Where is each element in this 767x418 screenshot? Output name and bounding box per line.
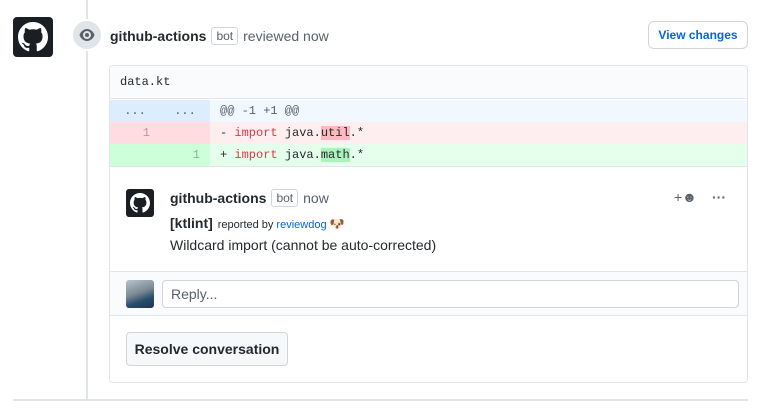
diff-prefix: + bbox=[220, 148, 235, 162]
deleted-code-line: - import java.util.* bbox=[210, 122, 364, 144]
reply-input[interactable] bbox=[162, 280, 739, 308]
code-text: .* bbox=[349, 148, 365, 162]
bot-badge: bot bbox=[271, 189, 299, 207]
reviewdog-link[interactable]: reviewdog bbox=[276, 219, 326, 231]
code-text: java. bbox=[277, 126, 321, 140]
linter-tag: [ktlint] bbox=[170, 215, 213, 231]
dog-icon: 🐶 bbox=[329, 217, 345, 231]
eye-icon bbox=[71, 19, 103, 51]
review-header: github-actions bot reviewed now bbox=[110, 27, 329, 45]
code-text: .* bbox=[349, 126, 365, 140]
keyword: import bbox=[234, 148, 278, 162]
comment-tag-line: [ktlint] reported by reviewdog 🐶 bbox=[170, 215, 345, 231]
comment-timestamp[interactable]: now bbox=[303, 190, 329, 206]
review-author-link[interactable]: github-actions bbox=[110, 28, 206, 44]
comment-header: github-actions bot now bbox=[170, 189, 329, 207]
timeline-line bbox=[86, 0, 88, 400]
diff-prefix: - bbox=[220, 126, 235, 140]
reply-area bbox=[110, 271, 747, 316]
diff-hunk-row: ... ... @@ -1 +1 @@ bbox=[110, 100, 747, 122]
github-actions-avatar[interactable] bbox=[13, 17, 53, 57]
keyword: import bbox=[234, 126, 278, 140]
comment-author-link[interactable]: github-actions bbox=[170, 190, 266, 206]
file-header: data.kt bbox=[110, 66, 747, 99]
resolve-conversation-button[interactable]: Resolve conversation bbox=[126, 332, 288, 366]
new-line-number-empty bbox=[160, 122, 210, 144]
added-code-line: + import java.math.* bbox=[210, 144, 364, 166]
review-action-text: reviewed now bbox=[243, 28, 329, 44]
comment-avatar[interactable] bbox=[126, 189, 154, 217]
expand-right-button[interactable]: ... bbox=[160, 100, 210, 122]
comment-body: Wildcard import (cannot be auto-correcte… bbox=[170, 237, 437, 253]
file-name-link[interactable]: data.kt bbox=[120, 75, 170, 89]
old-line-number[interactable]: 1 bbox=[110, 122, 160, 144]
more-options-icon[interactable]: ··· bbox=[712, 189, 726, 205]
added-highlight: math bbox=[320, 148, 350, 162]
old-line-number-empty bbox=[110, 144, 160, 166]
divider bbox=[13, 399, 748, 401]
user-avatar[interactable] bbox=[126, 280, 154, 308]
review-comment: github-actions bot now +☻ ··· [ktlint] r… bbox=[110, 166, 747, 271]
add-reaction-icon[interactable]: +☻ bbox=[674, 189, 697, 205]
diff-deleted-row: 1 - import java.util.* bbox=[110, 122, 747, 144]
github-logo-icon bbox=[130, 193, 150, 213]
hunk-header: @@ -1 +1 @@ bbox=[220, 104, 300, 118]
view-changes-button[interactable]: View changes bbox=[648, 21, 748, 49]
bot-badge: bot bbox=[211, 27, 239, 45]
review-thread: data.kt ... ... @@ -1 +1 @@ 1 - import j… bbox=[109, 65, 748, 383]
code-text: java. bbox=[277, 148, 321, 162]
expand-left-button[interactable]: ... bbox=[110, 100, 160, 122]
github-logo-icon bbox=[18, 22, 48, 52]
diff-added-row: 1 + import java.math.* bbox=[110, 144, 747, 166]
deleted-highlight: util bbox=[320, 126, 350, 140]
reported-by-text: reported by bbox=[217, 219, 274, 231]
new-line-number[interactable]: 1 bbox=[160, 144, 210, 166]
